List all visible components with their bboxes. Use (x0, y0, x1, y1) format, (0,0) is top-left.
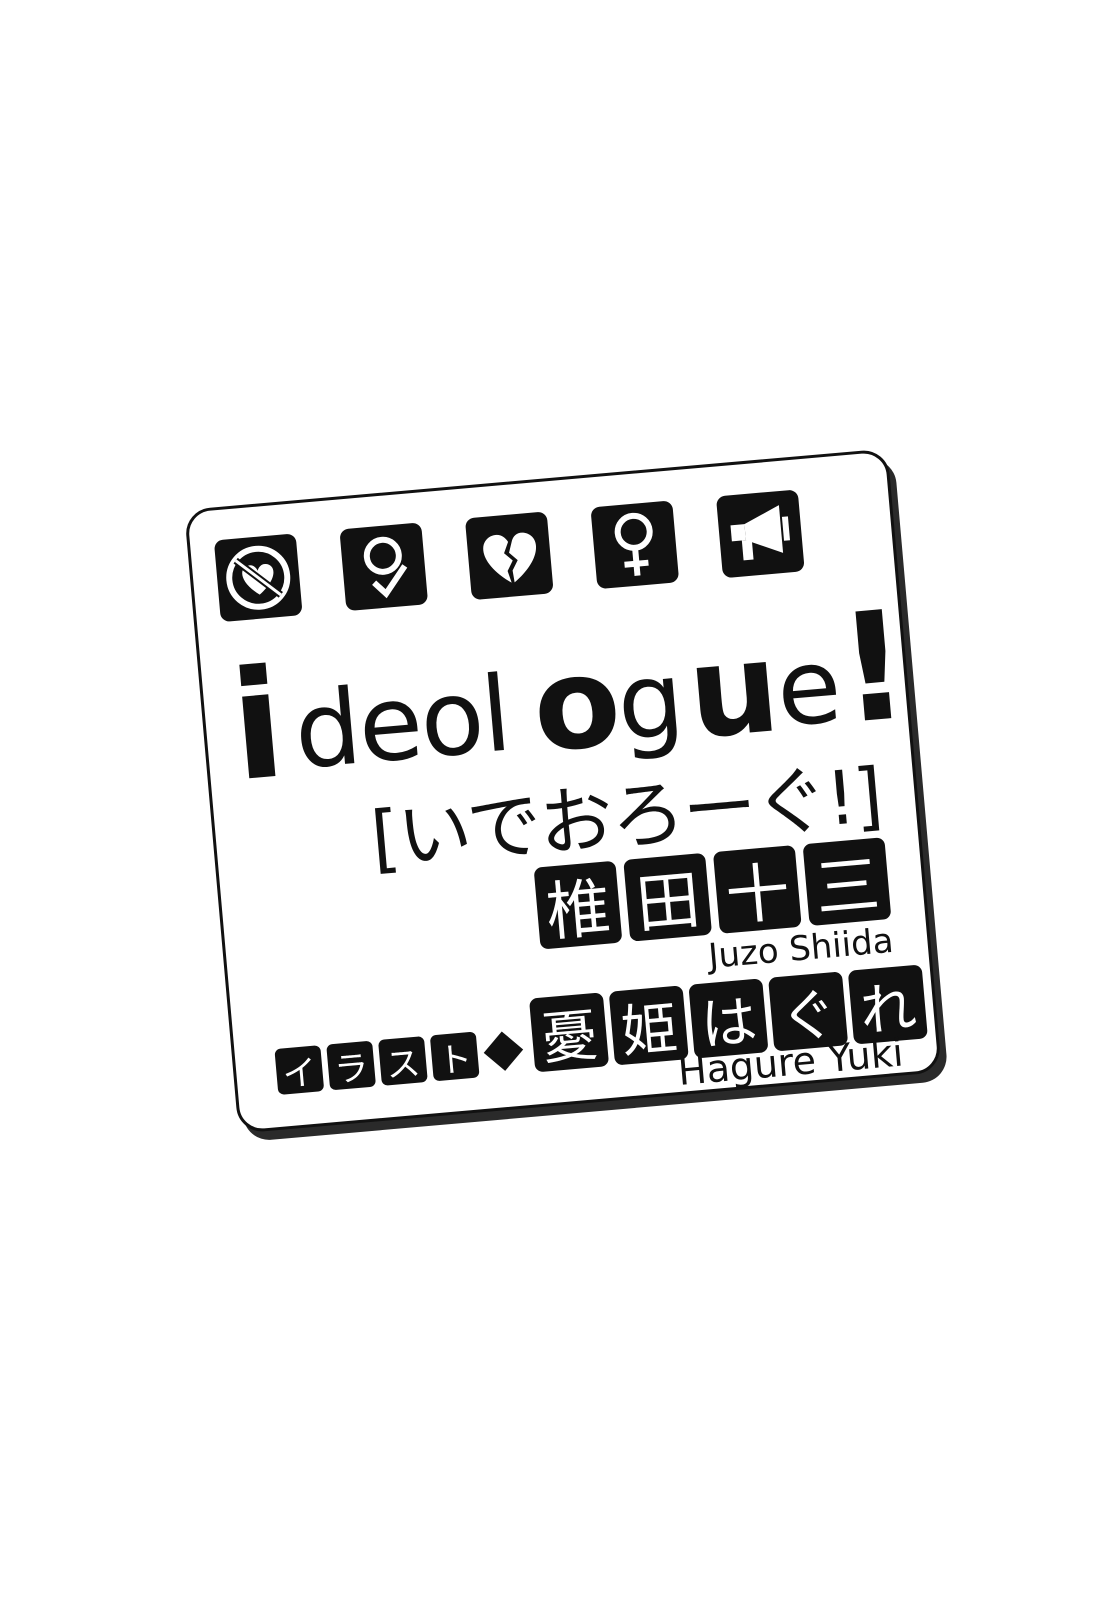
title-letter-i: i (224, 637, 292, 816)
title-exclamation: ! (832, 578, 916, 759)
megaphone-icon (715, 489, 805, 579)
title-letter-g: g (612, 637, 689, 765)
illust-label-char: ス (378, 1036, 428, 1086)
title-letter-o: o (527, 626, 627, 781)
author-char: 十 (712, 845, 802, 935)
author-char: 三 (802, 837, 892, 927)
broken-heart-icon (464, 511, 554, 601)
title-letters-deol: deol (289, 652, 514, 793)
title-letter-e: e (771, 623, 847, 751)
logo-card: i deol o g u e ! [いでおろーぐ!] 椎 田 十 三 Juzo … (184, 448, 942, 1134)
female-icon (590, 500, 680, 590)
title-letter-u: u (682, 613, 785, 768)
diamond-icon (483, 1031, 524, 1071)
illust-label-char: ラ (326, 1040, 377, 1091)
illust-label-char: イ (274, 1045, 325, 1095)
female-arrow-icon (339, 522, 429, 612)
illustrator-char: 憂 (528, 992, 610, 1073)
illust-label-char: ト (429, 1031, 480, 1082)
author-char: 椎 (533, 860, 623, 951)
author-char: 田 (623, 852, 713, 943)
no-heart-icon (213, 533, 303, 623)
